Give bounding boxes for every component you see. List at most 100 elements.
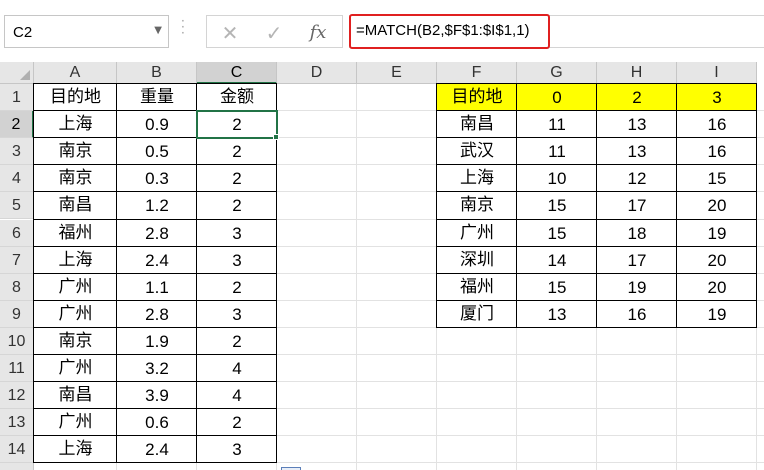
table-cell[interactable]: 上海 <box>34 436 117 463</box>
table-cell[interactable]: 广州 <box>34 409 117 436</box>
enter-icon[interactable]: ✓ <box>261 20 287 46</box>
insert-function-icon[interactable]: fx <box>305 20 331 46</box>
row-header-4[interactable]: 4 <box>0 165 34 193</box>
lookup-cell[interactable]: 18 <box>597 220 677 247</box>
table-cell[interactable]: 0.6 <box>117 409 197 436</box>
table-cell[interactable]: 南京 <box>34 138 117 165</box>
lookup-cell[interactable]: 深圳 <box>437 247 517 274</box>
table-cell[interactable]: 4 <box>197 382 277 409</box>
table-cell[interactable]: 0.3 <box>117 165 197 192</box>
cell-header[interactable]: 目的地 <box>34 84 117 111</box>
table-cell[interactable]: 3 <box>197 220 277 247</box>
row-header-6[interactable]: 6 <box>0 219 34 247</box>
table-cell[interactable]: 2 <box>197 274 277 301</box>
lookup-cell[interactable]: 上海 <box>437 165 517 192</box>
cell-header[interactable]: 金额 <box>197 84 277 111</box>
spreadsheet-grid[interactable]: A B C D E F G H I 1 2 3 4 5 6 7 8 9 10 11 12 13 14 目的地 重量 金额 上海 0.9… <box>0 62 764 470</box>
table-cell[interactable]: 4 <box>197 355 277 382</box>
lookup-cell[interactable]: 10 <box>517 165 597 192</box>
column-header-g[interactable]: G <box>517 62 597 84</box>
column-header-a[interactable]: A <box>34 62 117 84</box>
lookup-cell[interactable]: 13 <box>597 111 677 138</box>
lookup-cell[interactable]: 19 <box>677 220 757 247</box>
lookup-header-cell[interactable]: 0 <box>517 84 597 111</box>
row-header-14[interactable]: 14 <box>0 436 34 464</box>
row-header-9[interactable]: 9 <box>0 300 34 328</box>
column-header-f[interactable]: F <box>437 62 517 84</box>
select-all-button[interactable] <box>0 62 34 84</box>
table-cell[interactable]: 南昌 <box>34 382 117 409</box>
formula-text[interactable]: =MATCH(B2,$F$1:$I$1,1) <box>356 22 530 39</box>
table-cell[interactable]: 广州 <box>34 274 117 301</box>
chevron-down-icon[interactable]: ▼ <box>154 25 162 36</box>
table-cell[interactable]: 2.4 <box>117 436 197 463</box>
lookup-cell[interactable]: 20 <box>677 274 757 301</box>
table-cell[interactable]: 2 <box>197 165 277 192</box>
lookup-cell[interactable]: 19 <box>597 274 677 301</box>
table-cell[interactable]: 上海 <box>34 247 117 274</box>
table-cell[interactable]: 0.9 <box>117 111 197 138</box>
lookup-cell[interactable]: 11 <box>517 138 597 165</box>
row-header-13[interactable]: 13 <box>0 409 34 437</box>
lookup-cell[interactable]: 福州 <box>437 274 517 301</box>
row-header-1[interactable]: 1 <box>0 84 34 112</box>
lookup-cell[interactable]: 20 <box>677 192 757 219</box>
lookup-cell[interactable]: 武汉 <box>437 138 517 165</box>
lookup-cell[interactable]: 16 <box>597 301 677 328</box>
column-header-h[interactable]: H <box>597 62 677 84</box>
lookup-cell[interactable]: 20 <box>677 247 757 274</box>
fill-handle[interactable] <box>273 134 279 141</box>
lookup-header-cell[interactable]: 目的地 <box>437 84 517 111</box>
lookup-cell[interactable]: 15 <box>517 220 597 247</box>
row-header-7[interactable]: 7 <box>0 246 34 274</box>
table-cell[interactable]: 2.8 <box>117 220 197 247</box>
table-cell[interactable]: 2 <box>197 328 277 355</box>
lookup-cell[interactable]: 厦门 <box>437 301 517 328</box>
table-cell[interactable]: 福州 <box>34 220 117 247</box>
lookup-header-cell[interactable]: 3 <box>677 84 757 111</box>
lookup-cell[interactable]: 19 <box>677 301 757 328</box>
lookup-cell[interactable]: 15 <box>517 274 597 301</box>
lookup-cell[interactable]: 11 <box>517 111 597 138</box>
table-cell[interactable]: 广州 <box>34 301 117 328</box>
table-cell[interactable]: 南京 <box>34 165 117 192</box>
drag-handle-icon[interactable]: · · · <box>181 15 185 39</box>
column-header-c[interactable]: C <box>197 62 277 84</box>
table-cell[interactable]: 2 <box>197 138 277 165</box>
table-cell[interactable]: 南京 <box>34 328 117 355</box>
table-cell[interactable]: 3 <box>197 436 277 463</box>
lookup-cell[interactable]: 广州 <box>437 220 517 247</box>
lookup-cell[interactable]: 12 <box>597 165 677 192</box>
table-cell[interactable]: 3 <box>197 247 277 274</box>
lookup-cell[interactable]: 16 <box>677 111 757 138</box>
table-cell[interactable]: 3.2 <box>117 355 197 382</box>
table-cell[interactable]: 3.9 <box>117 382 197 409</box>
table-cell[interactable]: 1.1 <box>117 274 197 301</box>
table-cell[interactable]: 广州 <box>34 355 117 382</box>
table-cell[interactable]: 上海 <box>34 111 117 138</box>
lookup-header-cell[interactable]: 2 <box>597 84 677 111</box>
lookup-cell[interactable]: 17 <box>597 247 677 274</box>
row-header-5[interactable]: 5 <box>0 192 34 220</box>
column-header-e[interactable]: E <box>357 62 437 84</box>
table-cell[interactable]: 3 <box>197 301 277 328</box>
table-cell[interactable]: 2.4 <box>117 247 197 274</box>
cell-header[interactable]: 重量 <box>117 84 197 111</box>
lookup-cell[interactable]: 南昌 <box>437 111 517 138</box>
lookup-cell[interactable]: 南京 <box>437 192 517 219</box>
row-header-8[interactable]: 8 <box>0 273 34 301</box>
row-header-2[interactable]: 2 <box>0 111 34 139</box>
row-header-10[interactable]: 10 <box>0 327 34 355</box>
lookup-cell[interactable]: 13 <box>597 138 677 165</box>
lookup-cell[interactable]: 13 <box>517 301 597 328</box>
lookup-cell[interactable]: 15 <box>677 165 757 192</box>
name-box[interactable]: C2 ▼ <box>4 15 169 48</box>
table-cell[interactable]: 0.5 <box>117 138 197 165</box>
table-cell[interactable]: 2 <box>197 192 277 219</box>
lookup-cell[interactable]: 17 <box>597 192 677 219</box>
lookup-cell[interactable]: 16 <box>677 138 757 165</box>
row-header-12[interactable]: 12 <box>0 382 34 410</box>
table-cell[interactable]: 1.9 <box>117 328 197 355</box>
column-header-d[interactable]: D <box>277 62 357 84</box>
row-header-11[interactable]: 11 <box>0 355 34 383</box>
